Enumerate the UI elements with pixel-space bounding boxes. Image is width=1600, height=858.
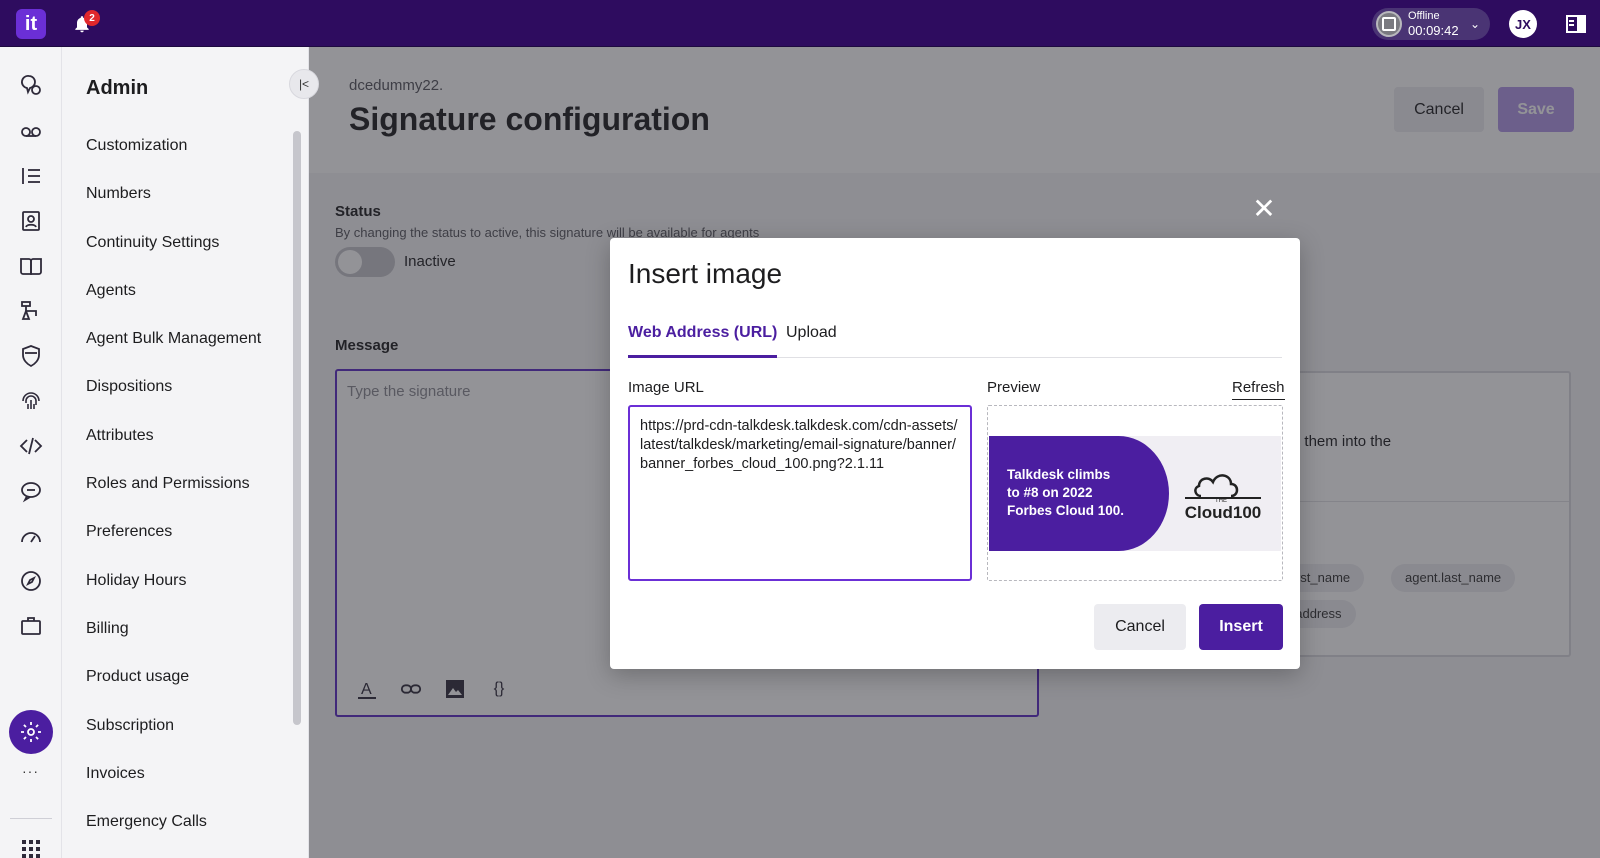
admin-item-dispositions[interactable]: Dispositions: [86, 366, 261, 414]
admin-item-customization[interactable]: Customization: [86, 125, 261, 173]
chevron-down-icon: ⌄: [1469, 17, 1480, 31]
admin-item-invoices[interactable]: Invoices: [86, 753, 261, 801]
user-avatar[interactable]: JX: [1509, 10, 1537, 38]
app-logo[interactable]: it: [16, 9, 46, 39]
admin-item-attributes[interactable]: Attributes: [86, 415, 261, 463]
dialog-tabs: Web Address (URL) Upload: [628, 316, 1282, 358]
image-preview: Talkdesk climbs to #8 on 2022 Forbes Clo…: [987, 405, 1283, 581]
navigation-rail: ···: [0, 47, 62, 858]
status-timer: 00:09:42: [1408, 23, 1459, 38]
admin-sidebar: Admin |< Customization Numbers Continuit…: [62, 47, 319, 858]
fingerprint-icon[interactable]: [19, 389, 43, 413]
explore-icon[interactable]: [19, 569, 43, 593]
svg-text:Cloud100: Cloud100: [1185, 503, 1262, 522]
conversations-icon[interactable]: [19, 73, 43, 97]
admin-item-product-usage[interactable]: Product usage: [86, 656, 261, 704]
dialog-title: Insert image: [628, 258, 783, 289]
tab-web-address[interactable]: Web Address (URL): [628, 324, 778, 358]
admin-item-holiday-hours[interactable]: Holiday Hours: [86, 560, 261, 608]
admin-item-billing[interactable]: Billing: [86, 608, 261, 656]
settings-icon[interactable]: [9, 710, 53, 754]
admin-item-roles-and-permissions[interactable]: Roles and Permissions: [86, 463, 261, 511]
image-url-label: Image URL: [628, 379, 704, 396]
close-icon[interactable]: ✕: [1250, 195, 1278, 223]
list-icon[interactable]: [19, 164, 43, 188]
side-panel-icon[interactable]: [1566, 15, 1586, 33]
knowledge-icon[interactable]: [19, 254, 43, 278]
collapse-sidebar-button[interactable]: |<: [289, 69, 319, 99]
admin-item-agents[interactable]: Agents: [86, 270, 261, 318]
dashboard-icon[interactable]: [19, 524, 43, 548]
agent-status-dropdown[interactable]: Offline 00:09:42 ⌄: [1372, 8, 1490, 40]
preview-banner-image: Talkdesk climbs to #8 on 2022 Forbes Clo…: [989, 436, 1281, 551]
image-url-input[interactable]: https://prd-cdn-talkdesk.talkdesk.com/cd…: [628, 405, 972, 581]
preview-label: Preview: [987, 379, 1041, 396]
admin-item-subscription[interactable]: Subscription: [86, 705, 261, 753]
status-indicator-icon: [1376, 11, 1402, 37]
insert-button[interactable]: Insert: [1199, 604, 1283, 650]
top-bar: it 2 Offline 00:09:42 ⌄ JX: [0, 0, 1600, 47]
briefcase-icon[interactable]: [19, 614, 43, 638]
flows-icon[interactable]: [19, 299, 43, 323]
banner-text: Talkdesk climbs to #8 on 2022 Forbes Clo…: [1007, 467, 1125, 518]
cloud100-logo-icon: THE Cloud100: [1185, 474, 1262, 522]
more-icon[interactable]: ···: [22, 763, 39, 779]
rail-divider: [10, 818, 52, 819]
admin-title: Admin: [86, 77, 149, 99]
dialog-cancel-button[interactable]: Cancel: [1094, 604, 1186, 650]
voicemail-icon[interactable]: [19, 119, 43, 143]
code-icon[interactable]: [19, 434, 43, 458]
admin-item-continuity-settings[interactable]: Continuity Settings: [86, 222, 261, 270]
contacts-icon[interactable]: [19, 209, 43, 233]
notifications-badge: 2: [84, 10, 100, 26]
status-label: Offline: [1408, 10, 1440, 22]
sidebar-scrollbar[interactable]: [293, 131, 301, 725]
admin-item-numbers[interactable]: Numbers: [86, 173, 261, 221]
admin-item-preferences[interactable]: Preferences: [86, 511, 261, 559]
tab-upload[interactable]: Upload: [786, 324, 837, 358]
chat-icon[interactable]: [19, 479, 43, 503]
refresh-link[interactable]: Refresh: [1232, 379, 1285, 400]
shield-icon[interactable]: [19, 344, 43, 368]
admin-menu: Customization Numbers Continuity Setting…: [86, 125, 261, 849]
apps-grid-icon[interactable]: [19, 837, 43, 858]
insert-image-dialog: Insert image Web Address (URL) Upload Im…: [610, 238, 1300, 669]
admin-item-emergency-calls[interactable]: Emergency Calls: [86, 801, 261, 849]
admin-item-agent-bulk-management[interactable]: Agent Bulk Management: [86, 318, 261, 366]
